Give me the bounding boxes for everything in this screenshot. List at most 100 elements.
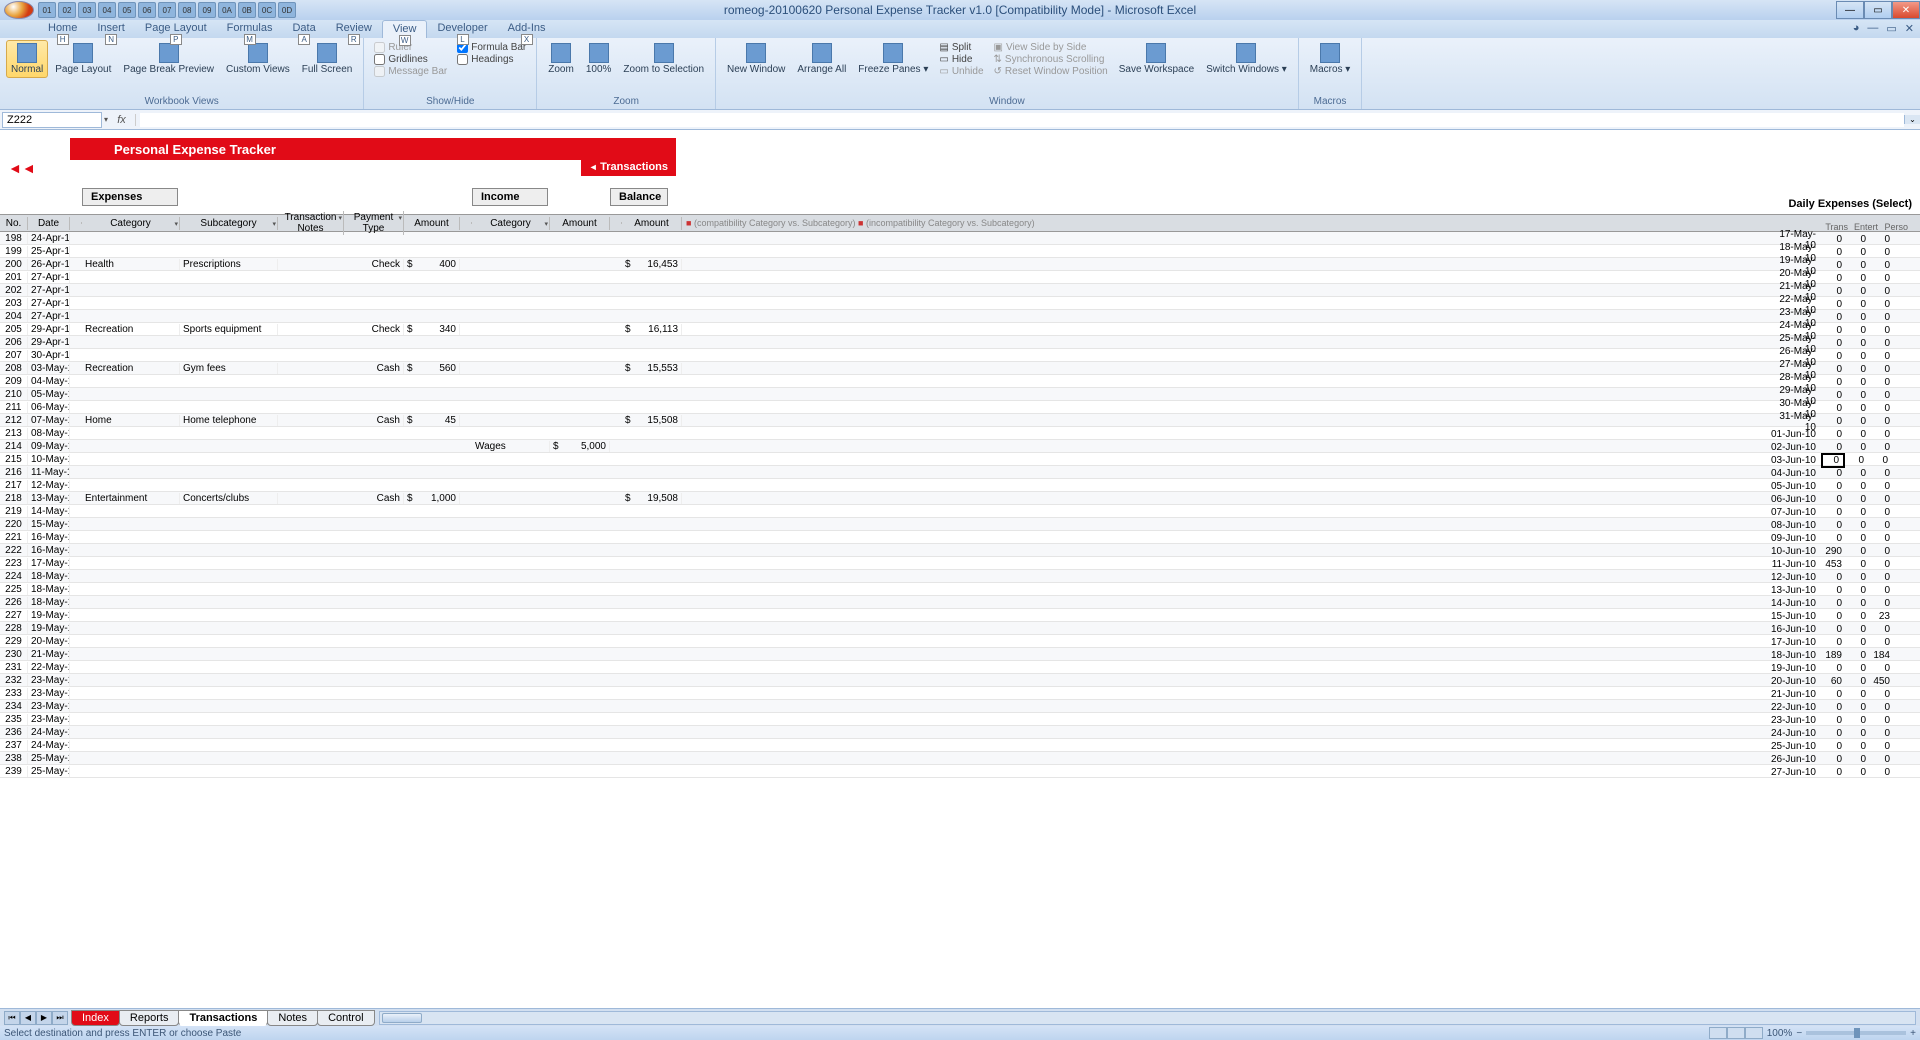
- table-row[interactable]: 22618-May-10: [0, 596, 1920, 609]
- arrange-all-button[interactable]: Arrange All: [792, 40, 851, 78]
- tab-next-button[interactable]: ▶: [36, 1011, 52, 1025]
- transactions-tab-label[interactable]: Transactions: [581, 160, 676, 176]
- headings-checkbox[interactable]: Headings: [457, 54, 526, 65]
- qat-button[interactable]: 06: [138, 2, 156, 18]
- tab-prev-button[interactable]: ◀: [20, 1011, 36, 1025]
- normal-view-shortcut[interactable]: [1709, 1027, 1727, 1039]
- ribbon-tab-add-ins[interactable]: Add-InsX: [498, 20, 556, 38]
- fx-icon[interactable]: fx: [108, 114, 136, 126]
- sheet-tab-notes[interactable]: Notes: [267, 1010, 318, 1026]
- filter-icon[interactable]: ▾: [174, 220, 178, 228]
- daily-row[interactable]: 10-Jun-1029000: [1770, 545, 1912, 558]
- tab-first-button[interactable]: ⏮: [4, 1011, 20, 1025]
- table-row[interactable]: 21510-May-10: [0, 453, 1920, 466]
- macros-button[interactable]: Macros ▾: [1305, 40, 1356, 78]
- ribbon-minimize-icon[interactable]: —: [1867, 22, 1878, 35]
- table-row[interactable]: 21712-May-10: [0, 479, 1920, 492]
- table-row[interactable]: 20904-May-10: [0, 375, 1920, 388]
- ribbon-restore-icon[interactable]: ▭: [1886, 22, 1896, 35]
- qat-button[interactable]: 03: [78, 2, 96, 18]
- ribbon-tab-data[interactable]: DataA: [282, 20, 325, 38]
- sheet-tab-index[interactable]: Index: [71, 1010, 120, 1026]
- qat-button[interactable]: 0D: [278, 2, 296, 18]
- table-row[interactable]: 21207-May-10HomeHome telephoneCash$45$15…: [0, 414, 1920, 427]
- zoom-level[interactable]: 100%: [1767, 1028, 1793, 1039]
- col-subcategory[interactable]: Subcategory▾: [180, 217, 278, 230]
- qat-button[interactable]: 0A: [218, 2, 236, 18]
- filter-icon[interactable]: ▾: [338, 214, 342, 222]
- ribbon-tab-home[interactable]: HomeH: [38, 20, 87, 38]
- filter-icon[interactable]: ▾: [398, 214, 402, 222]
- zoom-selection-button[interactable]: Zoom to Selection: [618, 40, 709, 78]
- switch-windows-button[interactable]: Switch Windows ▾: [1201, 40, 1292, 78]
- daily-row[interactable]: 16-Jun-10000: [1770, 623, 1912, 636]
- ribbon-tab-developer[interactable]: DeveloperL: [427, 20, 497, 38]
- col-no[interactable]: No.: [0, 217, 28, 230]
- scrollbar-thumb[interactable]: [382, 1013, 422, 1023]
- sheet-tab-transactions[interactable]: Transactions: [178, 1010, 268, 1026]
- daily-row[interactable]: 06-Jun-10000: [1770, 493, 1912, 506]
- ribbon-tab-view[interactable]: ViewW: [382, 20, 428, 38]
- table-row[interactable]: 21813-May-10EntertainmentConcerts/clubsC…: [0, 492, 1920, 505]
- ribbon-tab-page-layout[interactable]: Page LayoutP: [135, 20, 217, 38]
- qat-button[interactable]: 01: [38, 2, 56, 18]
- daily-row[interactable]: 07-Jun-10000: [1770, 506, 1912, 519]
- normal-view-button[interactable]: Normal: [6, 40, 48, 78]
- table-row[interactable]: 23624-May-10: [0, 726, 1920, 739]
- page-break-button[interactable]: Page Break Preview: [118, 40, 219, 78]
- table-row[interactable]: 21005-May-10: [0, 388, 1920, 401]
- filter-icon[interactable]: ▾: [544, 220, 548, 228]
- daily-row[interactable]: 25-Jun-10000: [1770, 740, 1912, 753]
- minimize-button[interactable]: —: [1836, 1, 1864, 19]
- ribbon-tab-insert[interactable]: InsertN: [87, 20, 135, 38]
- table-row[interactable]: 23523-May-10: [0, 713, 1920, 726]
- table-row[interactable]: 23122-May-10: [0, 661, 1920, 674]
- daily-row[interactable]: 21-Jun-10000: [1770, 688, 1912, 701]
- daily-row[interactable]: 04-Jun-10000: [1770, 467, 1912, 480]
- maximize-button[interactable]: ▭: [1864, 1, 1892, 19]
- daily-row[interactable]: 19-Jun-10000: [1770, 662, 1912, 675]
- col-category[interactable]: Category▾: [82, 217, 180, 230]
- daily-row[interactable]: 31-May-10000: [1770, 415, 1912, 428]
- daily-row[interactable]: 17-Jun-10000: [1770, 636, 1912, 649]
- formula-expand-icon[interactable]: ⌄: [1904, 115, 1920, 124]
- table-row[interactable]: 22116-May-10: [0, 531, 1920, 544]
- table-row[interactable]: 20529-Apr-10RecreationSports equipmentCh…: [0, 323, 1920, 336]
- daily-row[interactable]: 22-Jun-10000: [1770, 701, 1912, 714]
- table-row[interactable]: 23223-May-10: [0, 674, 1920, 687]
- table-row[interactable]: 20803-May-10RecreationGym feesCash$560$1…: [0, 362, 1920, 375]
- table-row[interactable]: 23825-May-10: [0, 752, 1920, 765]
- col-balance-amount[interactable]: Amount: [622, 217, 682, 230]
- daily-row[interactable]: 01-Jun-10000: [1770, 428, 1912, 441]
- page-layout-button[interactable]: Page Layout: [50, 40, 116, 78]
- formula-input[interactable]: [140, 113, 1904, 127]
- tab-last-button[interactable]: ⏭: [52, 1011, 68, 1025]
- qat-button[interactable]: 02: [58, 2, 76, 18]
- table-row[interactable]: 22518-May-10: [0, 583, 1920, 596]
- page-layout-shortcut[interactable]: [1727, 1027, 1745, 1039]
- daily-row[interactable]: 03-Jun-10000: [1770, 454, 1912, 467]
- horizontal-scrollbar[interactable]: [379, 1011, 1916, 1025]
- daily-row[interactable]: 11-Jun-1045300: [1770, 558, 1912, 571]
- table-row[interactable]: 23021-May-10: [0, 648, 1920, 661]
- col-amount[interactable]: Amount: [404, 217, 460, 230]
- qat-button[interactable]: 0C: [258, 2, 276, 18]
- table-row[interactable]: 23423-May-10: [0, 700, 1920, 713]
- table-row[interactable]: 20629-Apr-10: [0, 336, 1920, 349]
- qat-button[interactable]: 07: [158, 2, 176, 18]
- table-row[interactable]: 20730-Apr-10: [0, 349, 1920, 362]
- office-button[interactable]: [4, 1, 34, 19]
- table-row[interactable]: 23925-May-10: [0, 765, 1920, 778]
- filter-icon[interactable]: ▾: [272, 220, 276, 228]
- daily-row[interactable]: 09-Jun-10000: [1770, 532, 1912, 545]
- col-income-amount[interactable]: Amount: [550, 217, 610, 230]
- daily-row[interactable]: 05-Jun-10000: [1770, 480, 1912, 493]
- custom-views-button[interactable]: Custom Views: [221, 40, 295, 78]
- zoom-slider-thumb[interactable]: [1854, 1028, 1860, 1038]
- full-screen-button[interactable]: Full Screen: [297, 40, 358, 78]
- ribbon-tab-formulas[interactable]: FormulasM: [217, 20, 283, 38]
- qat-button[interactable]: 08: [178, 2, 196, 18]
- ribbon-close-icon[interactable]: ✕: [1905, 22, 1914, 35]
- freeze-panes-button[interactable]: Freeze Panes ▾: [853, 40, 933, 78]
- ribbon-tab-review[interactable]: ReviewR: [326, 20, 382, 38]
